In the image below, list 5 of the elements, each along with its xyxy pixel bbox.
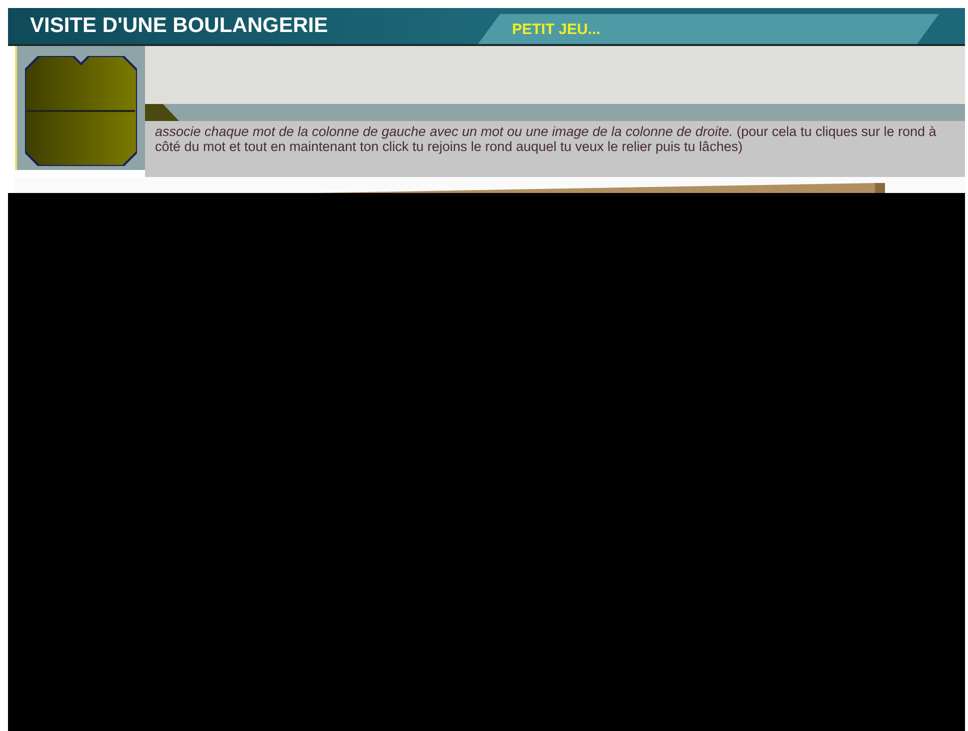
logo-icon	[25, 56, 137, 166]
tab-corner-icon	[145, 104, 179, 121]
instruction-text: associe chaque mot de la colonne de gauche avec un mot ou une image de la colonne de droite. (pour cela tu cliques sur le rond à côté du mot et tout en maintenant ton click tu rejoins le rond auquel tu veux le relier puis tu lâches)	[145, 121, 965, 177]
game-tab[interactable]: PETIT JEU...	[478, 14, 939, 44]
page-title: VISITE D'UNE BOULANGERIE	[8, 8, 478, 44]
